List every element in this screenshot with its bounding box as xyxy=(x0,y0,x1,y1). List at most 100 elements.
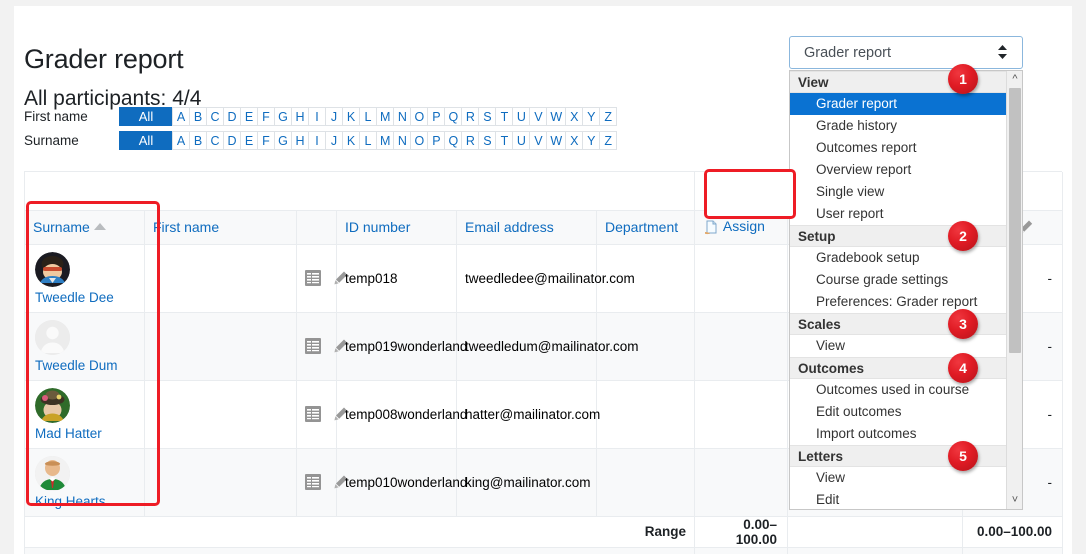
firstname-filter-R[interactable]: R xyxy=(461,107,479,126)
surname-filter-K[interactable]: K xyxy=(342,131,360,150)
surname-filter-E[interactable]: E xyxy=(240,131,258,150)
user-cell[interactable]: Tweedle Dee xyxy=(25,244,145,312)
surname-filter-T[interactable]: T xyxy=(495,131,513,150)
surname-filter-F[interactable]: F xyxy=(257,131,275,150)
firstname-filter-Q[interactable]: Q xyxy=(444,107,462,126)
annotation-badge-5: 5 xyxy=(948,441,978,471)
col-first-name[interactable]: First name xyxy=(145,210,297,244)
user-name[interactable]: Tweedle Dum xyxy=(35,358,118,373)
firstname-filter-S[interactable]: S xyxy=(478,107,496,126)
surname-filter-J[interactable]: J xyxy=(325,131,343,150)
grid-report-icon[interactable] xyxy=(305,475,325,490)
surname-filter-all[interactable]: All xyxy=(119,131,173,150)
user-name[interactable]: Mad Hatter xyxy=(35,426,102,441)
dropdown-option-gradebook-setup[interactable]: Gradebook setup xyxy=(790,247,1006,269)
gradebook-jump-dropdown[interactable]: View Grader reportGrade historyOutcomes r… xyxy=(789,70,1023,510)
firstname-filter-Y[interactable]: Y xyxy=(582,107,600,126)
surname-filter-Q[interactable]: Q xyxy=(444,131,462,150)
surname-filter-B[interactable]: B xyxy=(189,131,207,150)
assignment-grade-cell[interactable] xyxy=(695,380,788,448)
dropdown-option-single-view[interactable]: Single view xyxy=(790,181,1006,203)
assignment-grade-cell[interactable] xyxy=(695,448,788,516)
surname-filter-Y[interactable]: Y xyxy=(582,131,600,150)
user-cell[interactable]: King Hearts xyxy=(25,448,145,516)
dropdown-option-import-outcomes[interactable]: Import outcomes xyxy=(790,423,1006,445)
assignment-grade-cell[interactable] xyxy=(695,312,788,380)
col-id-number[interactable]: ID number xyxy=(337,210,457,244)
firstname-filter-B[interactable]: B xyxy=(189,107,207,126)
surname-filter-D[interactable]: D xyxy=(223,131,241,150)
grid-report-icon[interactable] xyxy=(305,339,325,354)
surname-filter-O[interactable]: O xyxy=(410,131,428,150)
dropdown-option-outcomes-used-in-course[interactable]: Outcomes used in course xyxy=(790,379,1006,401)
user-cell[interactable]: Mad Hatter xyxy=(25,380,145,448)
assignment-grade-cell[interactable] xyxy=(695,244,788,312)
firstname-filter-A[interactable]: A xyxy=(172,107,190,126)
firstname-filter-U[interactable]: U xyxy=(512,107,530,126)
firstname-filter-E[interactable]: E xyxy=(240,107,258,126)
firstname-filter-H[interactable]: H xyxy=(291,107,309,126)
user-name[interactable]: King Hearts xyxy=(35,494,106,509)
dropdown-scrollbar[interactable]: ^ ˅ xyxy=(1006,71,1022,509)
user-name[interactable]: Tweedle Dee xyxy=(35,290,114,305)
gradebook-jump-select[interactable]: Grader report xyxy=(789,36,1023,69)
col-surname[interactable]: Surname xyxy=(25,210,145,244)
firstname-filter-G[interactable]: G xyxy=(274,107,292,126)
gradebook-jump-options[interactable]: View Grader reportGrade historyOutcomes r… xyxy=(790,71,1006,509)
firstname-filter-J[interactable]: J xyxy=(325,107,343,126)
surname-filter-I[interactable]: I xyxy=(308,131,326,150)
firstname-filter-C[interactable]: C xyxy=(206,107,224,126)
dropdown-option-overview-report[interactable]: Overview report xyxy=(790,159,1006,181)
firstname-filter-L[interactable]: L xyxy=(359,107,377,126)
dropdown-option-view[interactable]: View xyxy=(790,467,1006,489)
surname-filter-P[interactable]: P xyxy=(427,131,445,150)
dropdown-option-user-report[interactable]: User report xyxy=(790,203,1006,225)
dropdown-option-preferences-grader-report[interactable]: Preferences: Grader report xyxy=(790,291,1006,313)
surname-filter-N[interactable]: N xyxy=(393,131,411,150)
scroll-up-icon[interactable]: ^ xyxy=(1007,71,1023,88)
firstname-filter-I[interactable]: I xyxy=(308,107,326,126)
surname-filter-R[interactable]: R xyxy=(461,131,479,150)
firstname-filter-K[interactable]: K xyxy=(342,107,360,126)
scroll-down-icon[interactable]: ˅ xyxy=(1007,492,1023,509)
scrollbar-thumb[interactable] xyxy=(1009,88,1021,353)
surname-filter-V[interactable]: V xyxy=(529,131,547,150)
surname-filter-W[interactable]: W xyxy=(546,131,566,150)
firstname-filter-N[interactable]: N xyxy=(393,107,411,126)
surname-filter-L[interactable]: L xyxy=(359,131,377,150)
firstname-filter-T[interactable]: T xyxy=(495,107,513,126)
surname-filter-H[interactable]: H xyxy=(291,131,309,150)
sort-asc-icon[interactable] xyxy=(94,223,106,230)
firstname-filter-D[interactable]: D xyxy=(223,107,241,126)
surname-filter-G[interactable]: G xyxy=(274,131,292,150)
surname-filter-M[interactable]: M xyxy=(376,131,394,150)
col-assignment[interactable]: Assign xyxy=(695,210,788,244)
firstname-filter-F[interactable]: F xyxy=(257,107,275,126)
firstname-filter-all[interactable]: All xyxy=(119,107,173,126)
surname-filter-A[interactable]: A xyxy=(172,131,190,150)
surname-filter-X[interactable]: X xyxy=(565,131,583,150)
firstname-filter-P[interactable]: P xyxy=(427,107,445,126)
surname-filter-U[interactable]: U xyxy=(512,131,530,150)
surname-filter-S[interactable]: S xyxy=(478,131,496,150)
dropdown-option-course-grade-settings[interactable]: Course grade settings xyxy=(790,269,1006,291)
grid-report-icon[interactable] xyxy=(305,271,325,286)
firstname-filter-X[interactable]: X xyxy=(565,107,583,126)
firstname-filter-M[interactable]: M xyxy=(376,107,394,126)
firstname-filter-W[interactable]: W xyxy=(546,107,566,126)
dropdown-option-edit[interactable]: Edit xyxy=(790,489,1006,510)
firstname-filter-O[interactable]: O xyxy=(410,107,428,126)
col-department[interactable]: Department xyxy=(597,210,695,244)
col-email-address[interactable]: Email address xyxy=(457,210,597,244)
grid-report-icon[interactable] xyxy=(305,407,325,422)
dropdown-option-grade-history[interactable]: Grade history xyxy=(790,115,1006,137)
firstname-filter-Z[interactable]: Z xyxy=(599,107,617,126)
dropdown-option-edit-outcomes[interactable]: Edit outcomes xyxy=(790,401,1006,423)
dropdown-option-view[interactable]: View xyxy=(790,335,1006,357)
surname-filter-Z[interactable]: Z xyxy=(599,131,617,150)
surname-filter-C[interactable]: C xyxy=(206,131,224,150)
user-cell[interactable]: Tweedle Dum xyxy=(25,312,145,380)
firstname-filter-V[interactable]: V xyxy=(529,107,547,126)
dropdown-option-outcomes-report[interactable]: Outcomes report xyxy=(790,137,1006,159)
dropdown-option-grader-report[interactable]: Grader report xyxy=(790,93,1006,115)
